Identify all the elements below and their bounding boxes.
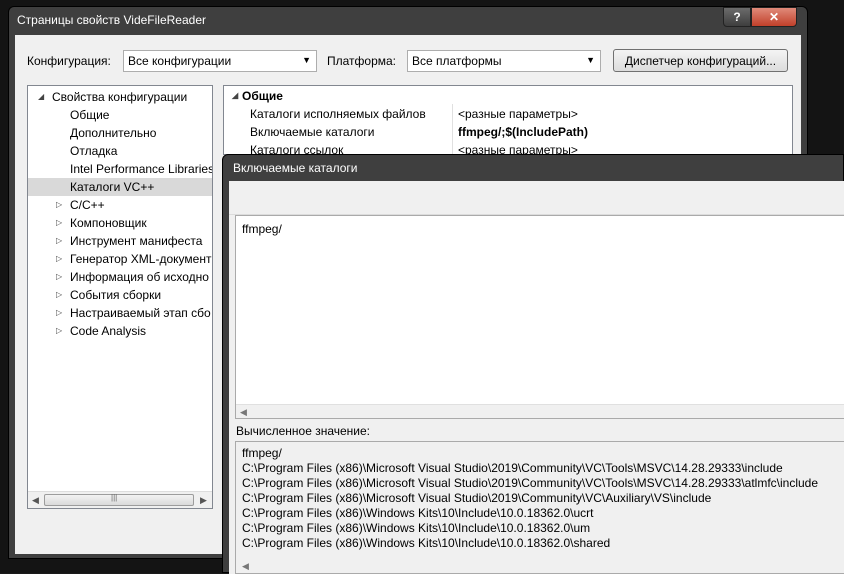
- grid-row-value[interactable]: <разные параметры>: [458, 105, 578, 123]
- grip-icon: |||: [111, 493, 118, 502]
- calculated-value-line: C:\Program Files (x86)\Windows Kits\10\I…: [242, 506, 594, 520]
- calculated-value-line: C:\Program Files (x86)\Microsoft Visual …: [242, 461, 783, 475]
- close-button[interactable]: ✕: [751, 7, 797, 27]
- tree-item-label: C/C++: [70, 198, 105, 212]
- editor-horizontal-scrollbar[interactable]: ◀: [236, 404, 844, 418]
- expand-triangle-icon[interactable]: ▷: [56, 214, 62, 232]
- include-dirs-editor[interactable]: ffmpeg/ ◀: [235, 215, 844, 419]
- expand-triangle-icon[interactable]: ▷: [56, 196, 62, 214]
- tree-item-label: Отладка: [70, 144, 118, 158]
- grid-row[interactable]: Каталоги ссылок <разные параметры>: [224, 141, 792, 155]
- expand-triangle-icon[interactable]: ▷: [56, 268, 62, 286]
- calculated-value-line: C:\Program Files (x86)\Microsoft Visual …: [242, 491, 712, 505]
- tree-item-label: Общие: [70, 108, 110, 122]
- tree-root[interactable]: ◢ Свойства конфигурации: [28, 88, 212, 106]
- tree-item[interactable]: ▷ C/C++: [28, 196, 212, 214]
- collapse-triangle-icon[interactable]: ◢: [232, 87, 238, 105]
- calculated-value-line: ffmpeg/: [242, 446, 282, 460]
- scroll-right-icon[interactable]: ▶: [200, 495, 207, 506]
- config-combo-value: Все конфигурации: [128, 54, 232, 68]
- grid-row-key: Каталоги ссылок: [250, 143, 344, 155]
- tree-item-label: Настраиваемый этап сбо: [70, 306, 211, 320]
- expand-triangle-icon[interactable]: ▷: [56, 304, 62, 322]
- grid-row-value[interactable]: ffmpeg/;$(IncludePath): [458, 123, 588, 141]
- tree-item[interactable]: ▷ Информация об исходно: [28, 268, 212, 286]
- help-button[interactable]: ?: [723, 7, 751, 27]
- property-tree[interactable]: ◢ Свойства конфигурации Общие Дополнитель…: [27, 85, 213, 509]
- tree-item-label: Каталоги VC++: [70, 180, 155, 194]
- tree-item-label: Intel Performance Libraries: [70, 162, 213, 176]
- grid-row-key: Включаемые каталоги: [250, 125, 375, 139]
- tree-item[interactable]: ▷ Настраиваемый этап сбо: [28, 304, 212, 322]
- dialog-toolstrip: [229, 187, 844, 215]
- dialog-title: Включаемые каталоги: [233, 161, 358, 175]
- tree-horizontal-scrollbar[interactable]: ◀ ||| ▶: [28, 491, 212, 508]
- scroll-thumb[interactable]: |||: [44, 493, 194, 506]
- config-combo[interactable]: Все конфигурации ▼: [123, 50, 317, 72]
- calculated-value-label: Вычисленное значение:: [236, 424, 370, 438]
- scroll-left-icon[interactable]: ◀: [240, 407, 247, 418]
- tree-item-label: События сборки: [70, 288, 162, 302]
- expand-triangle-icon[interactable]: ▷: [56, 232, 62, 250]
- grid-section-header[interactable]: ◢ Общие: [224, 87, 792, 105]
- calculated-value-box: ffmpeg/C:\Program Files (x86)\Microsoft …: [235, 441, 844, 574]
- platform-combo-value: Все платформы: [412, 54, 502, 68]
- window-title: Страницы свойств VideFileReader: [17, 13, 206, 27]
- tree-item-label: Дополнительно: [70, 126, 157, 140]
- dialog-client: ffmpeg/ ◀ Вычисленное значение: ffmpeg/C…: [229, 181, 844, 574]
- tree-item-label: Code Analysis: [70, 324, 147, 338]
- tree-item[interactable]: Отладка: [28, 142, 212, 160]
- tree-item[interactable]: ▷ Инструмент манифеста: [28, 232, 212, 250]
- scroll-left-icon[interactable]: ◀: [32, 495, 39, 506]
- grid-row[interactable]: Включаемые каталоги ffmpeg/;$(IncludePath…: [224, 123, 792, 141]
- calculated-value-line: C:\Program Files (x86)\Windows Kits\10\I…: [242, 536, 611, 550]
- collapse-triangle-icon[interactable]: ◢: [38, 88, 44, 106]
- editor-line[interactable]: ffmpeg/: [242, 222, 282, 236]
- tree-item[interactable]: Общие: [28, 106, 212, 124]
- chevron-down-icon: ▼: [586, 55, 595, 65]
- config-label: Конфигурация:: [27, 54, 111, 68]
- tree-item[interactable]: ▷ Генератор XML-документ: [28, 250, 212, 268]
- title-bar: Страницы свойств VideFileReader ? ✕: [9, 7, 807, 33]
- tree-item[interactable]: ▷ Компоновщик: [28, 214, 212, 232]
- tree-item[interactable]: ▷ Code Analysis: [28, 322, 212, 340]
- grid-row-value[interactable]: <разные параметры>: [458, 141, 578, 154]
- platform-label: Платформа:: [327, 54, 397, 68]
- grid-section-label: Общие: [242, 89, 283, 103]
- tree-item-label: Генератор XML-документ: [70, 252, 212, 266]
- expand-triangle-icon[interactable]: ▷: [56, 286, 62, 304]
- calculated-value-line: C:\Program Files (x86)\Microsoft Visual …: [242, 476, 819, 490]
- tree-root-label: Свойства конфигурации: [52, 90, 188, 104]
- tree-item[interactable]: Каталоги VC++: [28, 178, 212, 196]
- tree-item-label: Инструмент манифеста: [70, 234, 203, 248]
- tree-item[interactable]: Дополнительно: [28, 124, 212, 142]
- expand-triangle-icon[interactable]: ▷: [56, 250, 62, 268]
- chevron-down-icon: ▼: [302, 55, 311, 65]
- tree-item-label: Информация об исходно: [70, 270, 209, 284]
- grid-row-key: Каталоги исполняемых файлов: [250, 107, 426, 121]
- config-manager-button[interactable]: Диспетчер конфигураций...: [613, 49, 788, 72]
- property-grid[interactable]: ◢ Общие Каталоги исполняемых файлов <разн…: [223, 85, 793, 155]
- grid-row[interactable]: Каталоги исполняемых файлов <разные парам…: [224, 105, 792, 123]
- tree-item-label: Компоновщик: [70, 216, 147, 230]
- expand-triangle-icon[interactable]: ▷: [56, 322, 62, 340]
- tree-item[interactable]: Intel Performance Libraries: [28, 160, 212, 178]
- calculated-value-line: C:\Program Files (x86)\Windows Kits\10\I…: [242, 521, 591, 535]
- tree-item[interactable]: ▷ События сборки: [28, 286, 212, 304]
- include-dirs-dialog: Включаемые каталоги ffmpeg/ ◀ Вычисленно…: [222, 154, 844, 574]
- platform-combo[interactable]: Все платформы ▼: [407, 50, 601, 72]
- scroll-left-icon[interactable]: ◀: [242, 561, 249, 572]
